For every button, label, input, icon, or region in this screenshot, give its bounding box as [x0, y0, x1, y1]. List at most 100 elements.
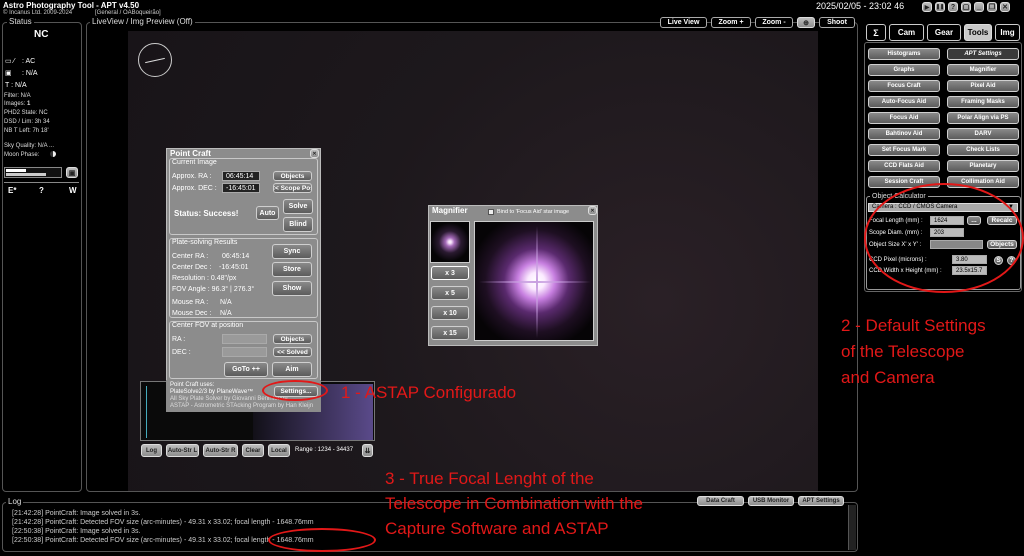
diffraction-spike-h: [479, 281, 591, 283]
expand-icon[interactable]: ⇊: [362, 444, 373, 457]
range-label: Range : 1234 - 34437: [295, 447, 354, 453]
apt-settings-log-button[interactable]: APT Settings: [798, 496, 844, 506]
sync-button[interactable]: Sync: [272, 244, 312, 259]
tool-button-magnifier[interactable]: Magnifier: [947, 64, 1019, 76]
minimize-icon[interactable]: _: [974, 2, 984, 12]
center-fov-title: Center FOV at position: [172, 322, 244, 329]
window-controls: ▶ ❚❚ ? ▢ _ ❐ ✕: [922, 2, 1014, 13]
images-label: Images:: [4, 101, 28, 107]
tab-img[interactable]: Img: [995, 24, 1020, 41]
tab-gear[interactable]: Gear: [927, 24, 961, 41]
tool-button-focus-craft[interactable]: Focus Craft: [868, 80, 940, 92]
approx-dec-field[interactable]: -16:45:01: [222, 183, 260, 193]
target-ra-label: RA :: [172, 336, 186, 343]
play-icon[interactable]: ▶: [922, 2, 932, 12]
fullscreen-icon[interactable]: ▢: [961, 2, 971, 12]
scope-pos-button[interactable]: << Scope Pos: [273, 183, 312, 193]
tool-button-graphs[interactable]: Graphs: [868, 64, 940, 76]
tool-button-ccd-flats-aid[interactable]: CCD Flats Aid: [868, 160, 940, 172]
zoom-in-button[interactable]: Zoom +: [711, 17, 751, 28]
blind-button[interactable]: Blind: [283, 217, 313, 232]
store-button[interactable]: Store: [272, 262, 312, 277]
tool-button-darv[interactable]: DARV: [947, 128, 1019, 140]
images-count: 1: [27, 101, 31, 107]
auto-str-l-button[interactable]: Auto-Str L: [166, 444, 199, 457]
tab-cam[interactable]: Cam: [889, 24, 924, 41]
solved-button[interactable]: << Solved: [273, 347, 312, 357]
zoom-x15-button[interactable]: x 15: [431, 326, 469, 340]
annotation-2-line-2: of the Telescope: [841, 342, 965, 361]
tool-button-pixel-aid[interactable]: Pixel Aid: [947, 80, 1019, 92]
tool-button-bahtinov-aid[interactable]: Bahtinov Aid: [868, 128, 940, 140]
tool-button-apt-settings[interactable]: APT Settings: [947, 48, 1019, 60]
dsd-status: DSD / Lim: 3h 34: [4, 119, 50, 125]
status-divider: [4, 182, 79, 183]
app-title: Astro Photography Tool - APT v4.50: [3, 1, 140, 10]
tool-button-auto-focus-aid[interactable]: Auto-Focus Aid: [868, 96, 940, 108]
calculator-highlight: [864, 183, 1024, 293]
zoom-x10-button[interactable]: x 10: [431, 306, 469, 320]
power-status: : AC: [22, 58, 36, 65]
tool-button-set-focus-mark[interactable]: Set Focus Mark: [868, 144, 940, 156]
tab-tools[interactable]: Tools: [964, 24, 992, 41]
log-button[interactable]: Log: [141, 444, 162, 457]
aim-button[interactable]: Aim: [272, 362, 312, 377]
magnifier-close-icon[interactable]: ✕: [588, 206, 597, 215]
annotation-1: 1 - ASTAP Configurado: [341, 383, 517, 402]
zoom-x3-button[interactable]: x 3: [431, 266, 469, 280]
progress-fill: [6, 169, 26, 172]
tool-button-check-lists[interactable]: Check Lists: [947, 144, 1019, 156]
tool-button-planetary[interactable]: Planetary: [947, 160, 1019, 172]
camera-status: : N/A: [22, 70, 38, 77]
live-view-button[interactable]: Live View: [660, 17, 707, 28]
current-image-title: Current Image: [172, 159, 217, 166]
objects-button-2[interactable]: Objects: [273, 334, 312, 344]
tool-button-framing-masks[interactable]: Framing Masks: [947, 96, 1019, 108]
target-dec-field[interactable]: [222, 347, 267, 357]
pause-icon[interactable]: ❚❚: [935, 2, 945, 12]
pointcraft-close-icon[interactable]: ✕: [310, 149, 319, 158]
bind-checkbox[interactable]: [488, 209, 494, 215]
show-button[interactable]: Show: [272, 281, 312, 296]
close-icon[interactable]: ✕: [1000, 2, 1010, 12]
profile-label: [General / OABoqueirão]: [95, 10, 161, 16]
center-ra-value: 06:45:14: [222, 253, 250, 260]
log-scrollbar[interactable]: [848, 505, 856, 550]
star-thumbnail[interactable]: [430, 221, 470, 263]
moon-phase-label: Moon Phase:: [4, 152, 40, 158]
solve-status: Status: Success!: [174, 209, 239, 218]
target-ra-field[interactable]: [222, 334, 267, 344]
goto-button[interactable]: GoTo ++: [224, 362, 268, 377]
usb-monitor-button[interactable]: USB Monitor: [748, 496, 794, 506]
local-button[interactable]: Local: [268, 444, 290, 457]
clear-button[interactable]: Clear: [242, 444, 264, 457]
objects-button[interactable]: Objects: [273, 171, 312, 181]
center-dec-label: Center Dec :: [172, 264, 212, 271]
approx-ra-field[interactable]: 06:45:14: [222, 171, 260, 181]
datetime: 2025/02/05 - 23:02 46: [816, 1, 905, 11]
crosshair-button[interactable]: ⊕: [797, 17, 815, 28]
shoot-button[interactable]: Shoot: [819, 17, 855, 28]
diffraction-spike-v: [536, 226, 538, 338]
power-icon: ▭ ⁄: [5, 58, 15, 65]
data-craft-button[interactable]: Data Craft: [697, 496, 744, 506]
help-icon[interactable]: ?: [948, 2, 958, 12]
auto-str-r-button[interactable]: Auto-Str R: [203, 444, 238, 457]
tool-button-histograms[interactable]: Histograms: [868, 48, 940, 60]
tool-button-focus-aid[interactable]: Focus Aid: [868, 112, 940, 124]
solve-button[interactable]: Solve: [283, 199, 313, 214]
tool-button-polar-align-via-ps[interactable]: Polar Align via PS: [947, 112, 1019, 124]
credits-line-4: ASTAP - Astrometric STAcking Program by …: [170, 403, 314, 409]
compass-icon: [138, 43, 172, 77]
magnifier-title: Magnifier: [432, 206, 468, 215]
zoom-x5-button[interactable]: x 5: [431, 286, 469, 300]
annotation-2-line-1: 2 - Default Settings: [841, 316, 986, 335]
zoom-out-button[interactable]: Zoom -: [755, 17, 793, 28]
bind-label: Bind to 'Focus Aid' star image: [497, 209, 570, 215]
restore-icon[interactable]: ❐: [987, 2, 997, 12]
compass-needle: [145, 57, 165, 64]
tab-sigma[interactable]: Σ: [866, 24, 886, 41]
auto-button[interactable]: Auto: [256, 206, 279, 220]
pointcraft-title: Point Craft: [170, 149, 211, 158]
status-toggle-button[interactable]: ▣: [66, 167, 78, 178]
